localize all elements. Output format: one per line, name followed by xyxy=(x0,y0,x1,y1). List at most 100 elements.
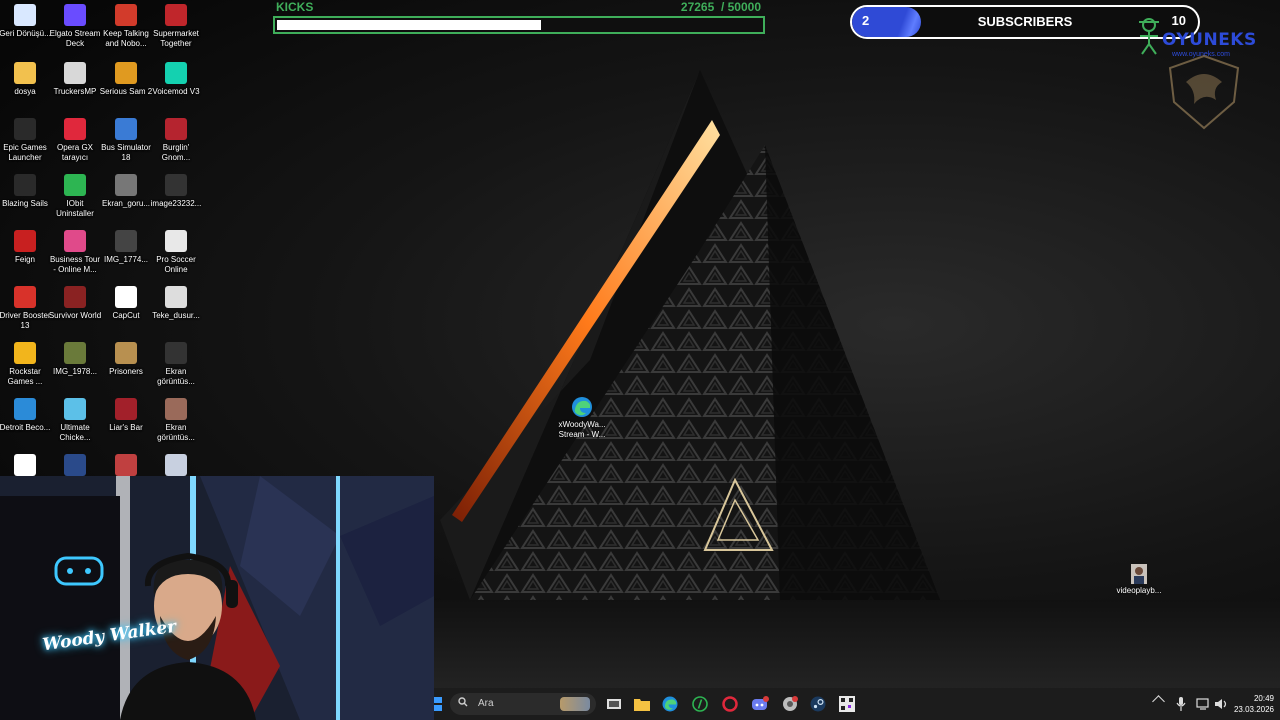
desktop-icon-label: IMG_1978... xyxy=(52,367,98,376)
taskbar-qr-app[interactable] xyxy=(837,694,857,714)
brand-name: OYUNEKS xyxy=(1162,30,1257,50)
desktop-icon[interactable]: IMG_1978... xyxy=(50,338,100,394)
desktop-icon[interactable]: IMG_1774... xyxy=(101,226,151,282)
taskbar-discord[interactable] xyxy=(750,694,770,714)
desktop-icon-label: Ekran görüntüs... xyxy=(157,367,195,386)
desktop-icon[interactable]: Supermarket Together xyxy=(151,0,201,56)
uninstall-icon xyxy=(692,696,708,712)
image-icon xyxy=(165,398,187,420)
image-icon xyxy=(165,174,187,196)
desktop-icon[interactable]: Survivor World xyxy=(49,282,101,338)
store-icon xyxy=(165,4,187,26)
bus-icon xyxy=(115,118,137,140)
qr-app-icon xyxy=(839,696,855,712)
tray-overflow-chevron-icon[interactable] xyxy=(1152,695,1165,708)
taskbar-clock[interactable]: 20:49 23.03.2026 xyxy=(1234,693,1274,715)
desktop-icon[interactable]: Opera GX tarayıcı xyxy=(50,114,100,170)
image-icon xyxy=(165,342,187,364)
taskbar-chrome[interactable] xyxy=(780,694,800,714)
desktop-icon-label: Voicemod V3 xyxy=(152,87,200,96)
image-icon xyxy=(115,174,137,196)
desktop-icon-label: xWoodyWa... Stream - W... xyxy=(558,420,606,439)
desktop-icon[interactable]: Rockstar Games ... xyxy=(0,338,50,394)
desktop-icon-label: Feign xyxy=(14,255,35,264)
desktop-icon[interactable]: CapCut xyxy=(101,282,151,338)
desktop-icon-grid: Geri Dönüşü... Elgato Stream Deck Keep Tal… xyxy=(0,0,204,476)
discord-icon xyxy=(752,696,769,710)
image-icon xyxy=(64,342,86,364)
desktop-icon[interactable]: Serious Sam 2 xyxy=(99,58,153,114)
desktop-icon-label: Ultimate Chicke... xyxy=(59,423,91,442)
desktop-icon[interactable]: Keep Talking and Nobo... xyxy=(101,0,151,56)
search-highlight-image xyxy=(560,697,590,711)
epic-icon xyxy=(14,174,36,196)
desktop: Geri Dönüşü... Elgato Stream Deck Keep Tal… xyxy=(0,0,1280,720)
desktop-icon-label: Ekran görüntüs... xyxy=(157,423,195,442)
taskbar-iobit[interactable] xyxy=(690,694,710,714)
desktop-icon[interactable]: Voicemod V3 xyxy=(151,58,201,114)
recycle-bin-icon xyxy=(14,4,36,26)
folder-icon xyxy=(14,62,36,84)
desktop-icon[interactable]: Bus Simulator 18 xyxy=(101,114,151,170)
desktop-icon[interactable]: Teke_dusur... xyxy=(151,282,201,338)
taskbar-opera-gx[interactable] xyxy=(720,694,740,714)
network-icon[interactable] xyxy=(1196,698,1210,710)
game-icon xyxy=(115,454,137,476)
game-icon xyxy=(115,398,137,420)
desktop-icon-label: IObit Uninstaller xyxy=(56,199,94,218)
desktop-icon-label: Serious Sam 2 xyxy=(99,87,153,96)
desktop-icon-label: Blazing Sails xyxy=(2,199,48,208)
taskbar-task-view[interactable] xyxy=(604,694,624,714)
desktop-icon-label: Driver Booster 13 xyxy=(0,311,51,330)
file-icon xyxy=(165,286,187,308)
desktop-icon-label: Keep Talking and Nobo... xyxy=(103,29,149,48)
uninstall-icon xyxy=(64,174,86,196)
image-icon xyxy=(165,454,187,476)
dice-icon xyxy=(64,230,86,252)
microphone-icon[interactable] xyxy=(1176,697,1186,711)
desktop-icon[interactable]: Pro Soccer Online xyxy=(151,226,201,282)
kicks-count: 27265 / 50000 xyxy=(681,0,761,14)
desktop-icon-label: Rockstar Games ... xyxy=(7,367,43,386)
desktop-icon[interactable]: Liar's Bar xyxy=(101,394,151,450)
desktop-icon[interactable]: Blazing Sails xyxy=(0,170,50,226)
desktop-icon[interactable]: Prisoners xyxy=(101,338,151,394)
volume-icon[interactable] xyxy=(1214,698,1228,710)
desktop-icon-label: CapCut xyxy=(112,311,140,320)
desktop-icon[interactable]: Elgato Stream Deck xyxy=(50,0,100,56)
image-icon xyxy=(115,230,137,252)
desktop-icon[interactable]: Ultimate Chicke... xyxy=(50,394,100,450)
desktop-icon[interactable]: Burglin' Gnom... xyxy=(151,114,201,170)
detroit-icon xyxy=(14,398,36,420)
windows-start-icon[interactable] xyxy=(434,697,442,711)
desktop-icon-label: Ekran_goru... xyxy=(101,199,151,208)
desktop-icon-label: Opera GX tarayıcı xyxy=(56,143,93,162)
desktop-icon[interactable]: IObit Uninstaller xyxy=(50,170,100,226)
image-icon xyxy=(64,454,86,476)
taskbar: Ara 20:49 23.03.2026 xyxy=(434,688,1280,720)
desktop-icon[interactable]: Geri Dönüşü... xyxy=(0,0,51,56)
desktop-icon[interactable]: image23232... xyxy=(151,170,201,226)
desktop-icon[interactable]: Ekran_goru... xyxy=(101,170,151,226)
dragon-shield-icon xyxy=(1168,54,1240,130)
desktop-icon[interactable]: Business Tour - Online M... xyxy=(50,226,100,282)
taskbar-edge[interactable] xyxy=(660,694,680,714)
mascot-icon xyxy=(1139,18,1159,55)
desktop-icon[interactable]: Ekran görüntüs... xyxy=(151,394,201,450)
system-tray: 20:49 23.03.2026 xyxy=(1140,688,1280,720)
desktop-icon[interactable]: dosya xyxy=(0,58,50,114)
desktop-icon-stream-shortcut[interactable]: xWoodyWa... Stream - W... xyxy=(552,396,612,440)
taskbar-steam[interactable] xyxy=(808,694,828,714)
search-placeholder: Ara xyxy=(478,698,494,709)
desktop-icon-videoplayback[interactable]: videoplayb... xyxy=(1109,564,1169,596)
taskbar-search[interactable]: Ara xyxy=(450,693,596,715)
gnome-icon xyxy=(165,118,187,140)
desktop-icon[interactable]: Feign xyxy=(0,226,50,282)
steam-icon xyxy=(810,696,826,712)
desktop-icon[interactable]: TruckersMP xyxy=(50,58,100,114)
desktop-icon[interactable]: Detroit Beco... xyxy=(0,394,50,450)
taskbar-file-explorer[interactable] xyxy=(632,694,652,714)
desktop-icon[interactable]: Ekran görüntüs... xyxy=(151,338,201,394)
desktop-icon[interactable]: Epic Games Launcher xyxy=(0,114,50,170)
desktop-icon[interactable]: Driver Booster 13 xyxy=(0,282,51,338)
